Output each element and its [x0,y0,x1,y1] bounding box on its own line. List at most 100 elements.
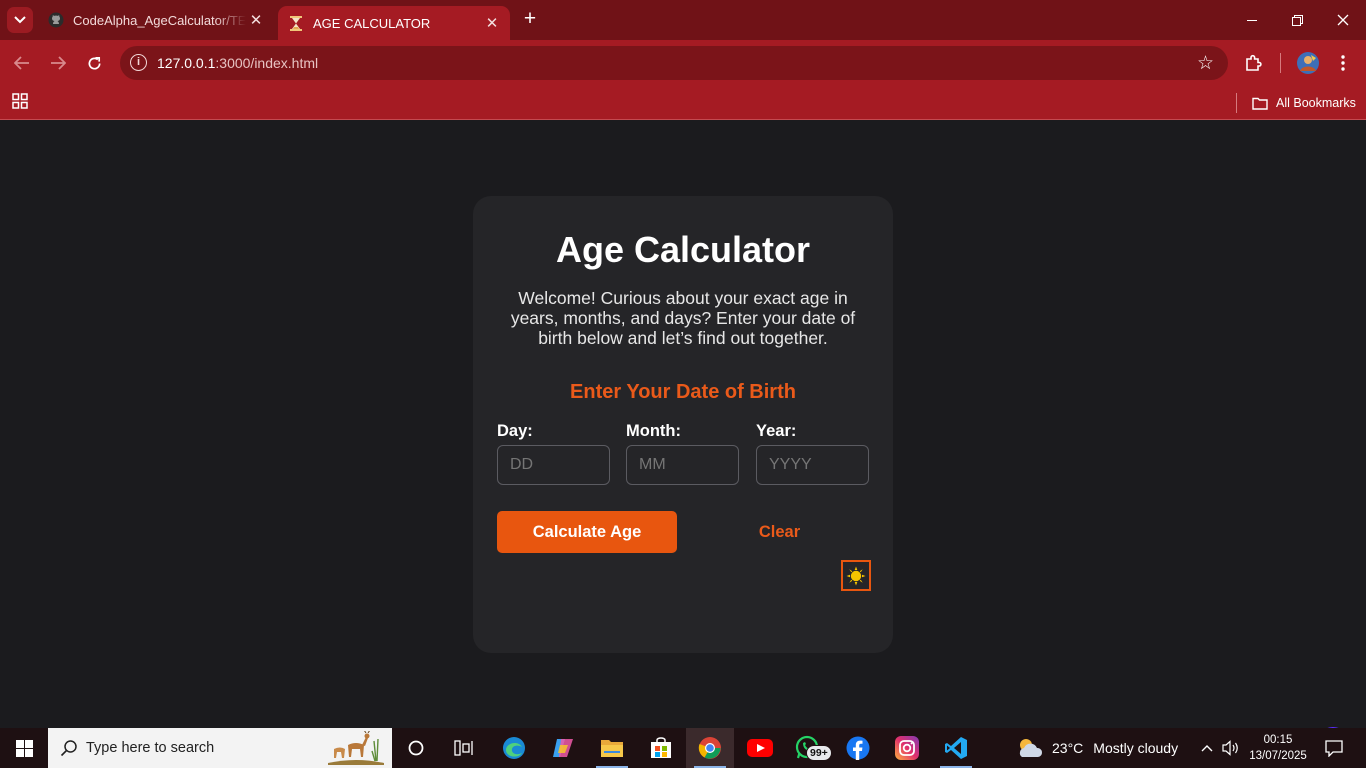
search-placeholder: Type here to search [86,740,215,756]
cortana-button[interactable] [392,728,440,768]
search-icon [60,740,77,757]
edge-icon [503,737,525,759]
task-view-icon [454,740,473,756]
year-input[interactable] [756,445,869,485]
show-hidden-icons-button[interactable] [1196,728,1218,768]
chevron-up-icon [1201,745,1213,752]
facebook-icon [846,736,870,760]
month-input[interactable] [626,445,739,485]
vscode-icon [945,737,967,759]
age-calculator-card: Age Calculator Welcome! Curious about yo… [473,196,893,653]
youtube-icon [747,739,773,757]
restore-icon [1291,14,1303,26]
site-info-icon[interactable]: i [130,54,147,71]
toolbar-divider [1280,53,1281,73]
instagram-taskbar-button[interactable] [883,728,931,768]
avatar [1297,52,1319,74]
volume-button[interactable] [1220,728,1242,768]
clear-button[interactable]: Clear [733,511,826,553]
close-icon [1337,14,1349,26]
minimize-icon [1247,19,1257,21]
bookmark-star-icon[interactable]: ☆ [1197,52,1214,75]
month-label: Month: [626,422,681,440]
day-field-group: Day: [497,422,610,485]
forward-button[interactable] [44,49,72,77]
chevron-down-icon [14,16,26,24]
theme-toggle-button[interactable] [841,560,871,591]
month-field-group: Month: [626,422,739,485]
copilot-icon [553,739,573,757]
tab-search-button[interactable] [7,7,33,33]
file-explorer-taskbar-button[interactable] [588,728,636,768]
close-tab-icon[interactable]: ✕ [246,11,266,29]
bookmarks-divider [1236,93,1237,113]
folder-icon [601,740,623,757]
url-text: 127.0.0.1:3000/index.html [157,55,319,71]
windows-logo-icon [15,739,33,757]
profile-avatar[interactable] [1294,49,1322,77]
page-title: Age Calculator [555,229,811,270]
tab-title: AGE CALCULATOR [313,15,431,31]
vscode-taskbar-button[interactable] [932,728,980,768]
arrow-right-icon [51,56,66,70]
chrome-icon [698,737,721,759]
page-viewport: Age Calculator Welcome! Curious about yo… [0,121,1366,768]
address-bar[interactable]: i 127.0.0.1:3000/index.html ☆ [120,46,1228,80]
hourglass-icon [288,15,304,31]
more-vertical-icon [1341,55,1345,71]
whatsapp-taskbar-button[interactable]: 99+ [784,728,832,768]
apps-grid-icon[interactable] [12,93,28,114]
intro-text: Welcome! Curious about your exact age in… [510,288,856,348]
weather-widget[interactable]: 23°C Mostly cloudy [1016,728,1178,768]
copilot-taskbar-button[interactable] [539,728,587,768]
youtube-taskbar-button[interactable] [736,728,784,768]
search-highlight-deer-icon [328,731,384,765]
day-input[interactable] [497,445,610,485]
notification-badge: 99+ [806,745,832,761]
microsoft-store-taskbar-button[interactable] [637,728,685,768]
taskbar-search[interactable]: Type here to search [48,728,392,768]
arrow-left-icon [14,56,29,70]
restore-button[interactable] [1274,0,1320,40]
windows-taskbar: Type here to search 99+ 23°C Mostly clou… [0,728,1366,768]
cortana-circle-icon [408,740,424,756]
day-label: Day: [497,422,533,440]
clock[interactable]: 00:15 13/07/2025 [1244,732,1312,764]
tab-github[interactable]: CodeAlpha_AgeCalculator/TEST ✕ [38,0,274,40]
clock-time: 00:15 [1263,734,1293,746]
minimize-button[interactable] [1229,0,1275,40]
year-label: Year: [756,422,797,440]
chrome-taskbar-button[interactable] [686,728,734,768]
sun-icon [846,566,866,585]
new-tab-button[interactable]: + [519,8,541,31]
calculate-age-button[interactable]: Calculate Age [497,511,677,553]
folder-icon [1252,97,1268,110]
start-button[interactable] [0,728,48,768]
extensions-button[interactable] [1240,49,1268,77]
reload-button[interactable] [80,49,108,77]
notifications-button[interactable] [1318,728,1350,768]
section-title: Enter Your Date of Birth [570,381,796,403]
all-bookmarks-label: All Bookmarks [1276,96,1356,110]
github-icon [48,12,64,28]
browser-menu-button[interactable] [1330,49,1356,77]
task-view-button[interactable] [440,728,488,768]
close-window-button[interactable] [1320,0,1366,40]
close-tab-icon[interactable]: ✕ [482,14,502,32]
browser-toolbar: i 127.0.0.1:3000/index.html ☆ [0,40,1366,85]
puzzle-icon [1246,54,1262,71]
facebook-taskbar-button[interactable] [834,728,882,768]
all-bookmarks-button[interactable]: All Bookmarks [1252,93,1356,113]
year-field-group: Year: [756,422,869,485]
browser-tab-bar: CodeAlpha_AgeCalculator/TEST ✕ AGE CALCU… [0,0,1366,40]
instagram-icon [895,736,919,760]
reload-icon [88,56,101,69]
store-bag-icon [651,737,671,758]
bookmarks-bar: All Bookmarks [0,85,1366,120]
speaker-icon [1222,740,1238,756]
notification-icon [1325,739,1343,757]
edge-taskbar-button[interactable] [490,728,538,768]
weather-condition: Mostly cloudy [1093,740,1179,756]
tab-age-calculator[interactable]: AGE CALCULATOR ✕ [278,6,510,40]
back-button[interactable] [8,49,36,77]
